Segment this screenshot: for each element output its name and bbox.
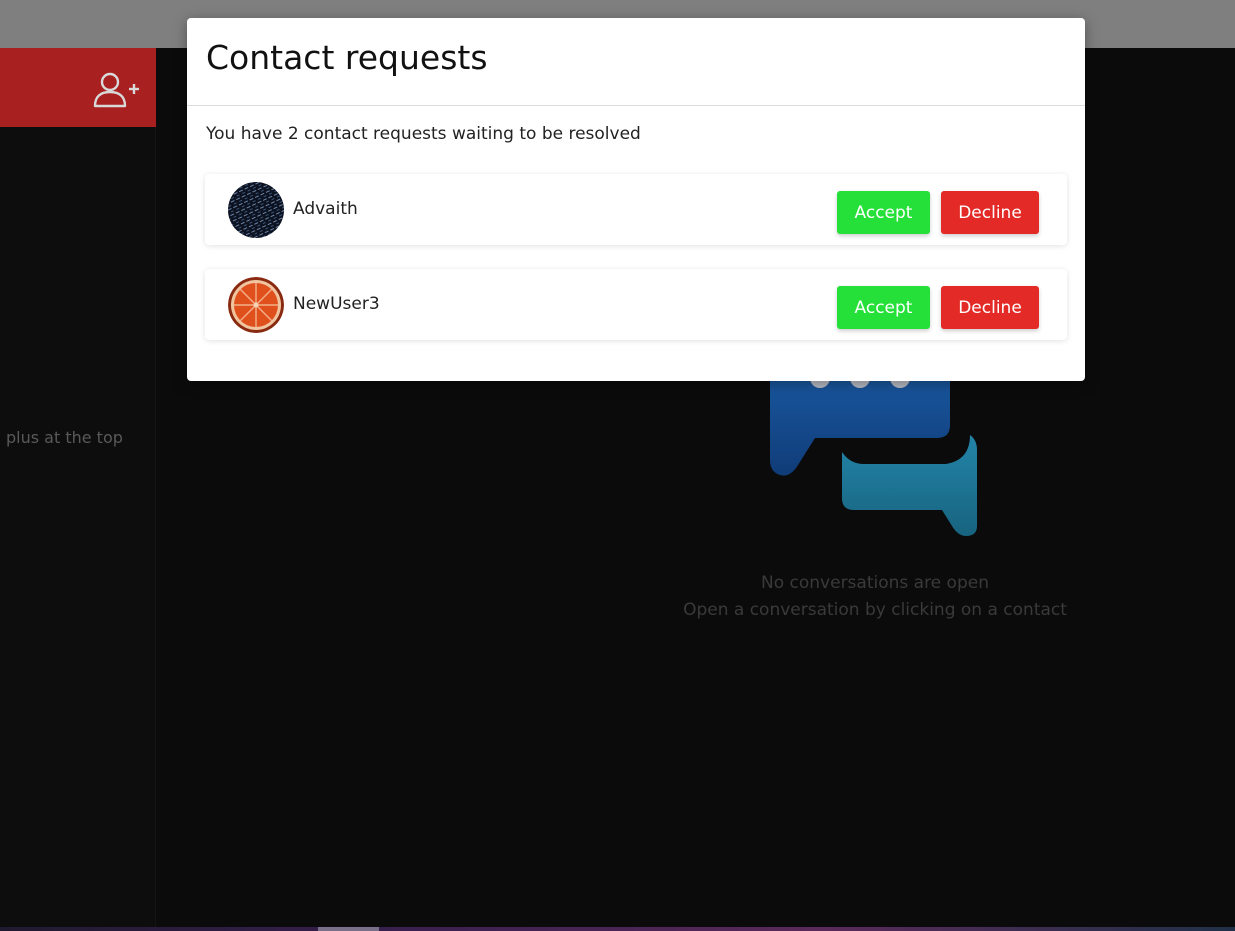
contact-requests-modal: Contact requests You have 2 contact requ… [187, 18, 1085, 381]
requests-summary: You have 2 contact requests waiting to b… [206, 124, 641, 144]
request-username: NewUser3 [293, 294, 380, 314]
bottom-strip [0, 927, 1235, 931]
avatar [228, 182, 284, 238]
modal-header: Contact requests [187, 18, 1085, 106]
avatar [228, 277, 284, 333]
accept-button[interactable]: Accept [837, 191, 930, 234]
sidebar: plus at the top [0, 48, 156, 928]
orange-slice-avatar [228, 277, 284, 333]
sidebar-hint-text: plus at the top [6, 428, 123, 447]
modal-title: Contact requests [206, 38, 488, 77]
sidebar-header [0, 48, 156, 127]
decline-button[interactable]: Decline [941, 191, 1039, 234]
dark-noise-avatar [228, 182, 284, 238]
add-contact-button[interactable] [92, 70, 140, 110]
contact-request-card: Advaith Accept Decline [205, 174, 1067, 245]
accept-button[interactable]: Accept [837, 286, 930, 329]
empty-state-subtitle: Open a conversation by clicking on a con… [683, 600, 1067, 620]
user-plus-icon [93, 72, 139, 108]
decline-button[interactable]: Decline [941, 286, 1039, 329]
request-username: Advaith [293, 199, 358, 219]
contact-request-card: NewUser3 Accept Decline [205, 269, 1067, 340]
empty-state-title: No conversations are open [761, 573, 989, 593]
